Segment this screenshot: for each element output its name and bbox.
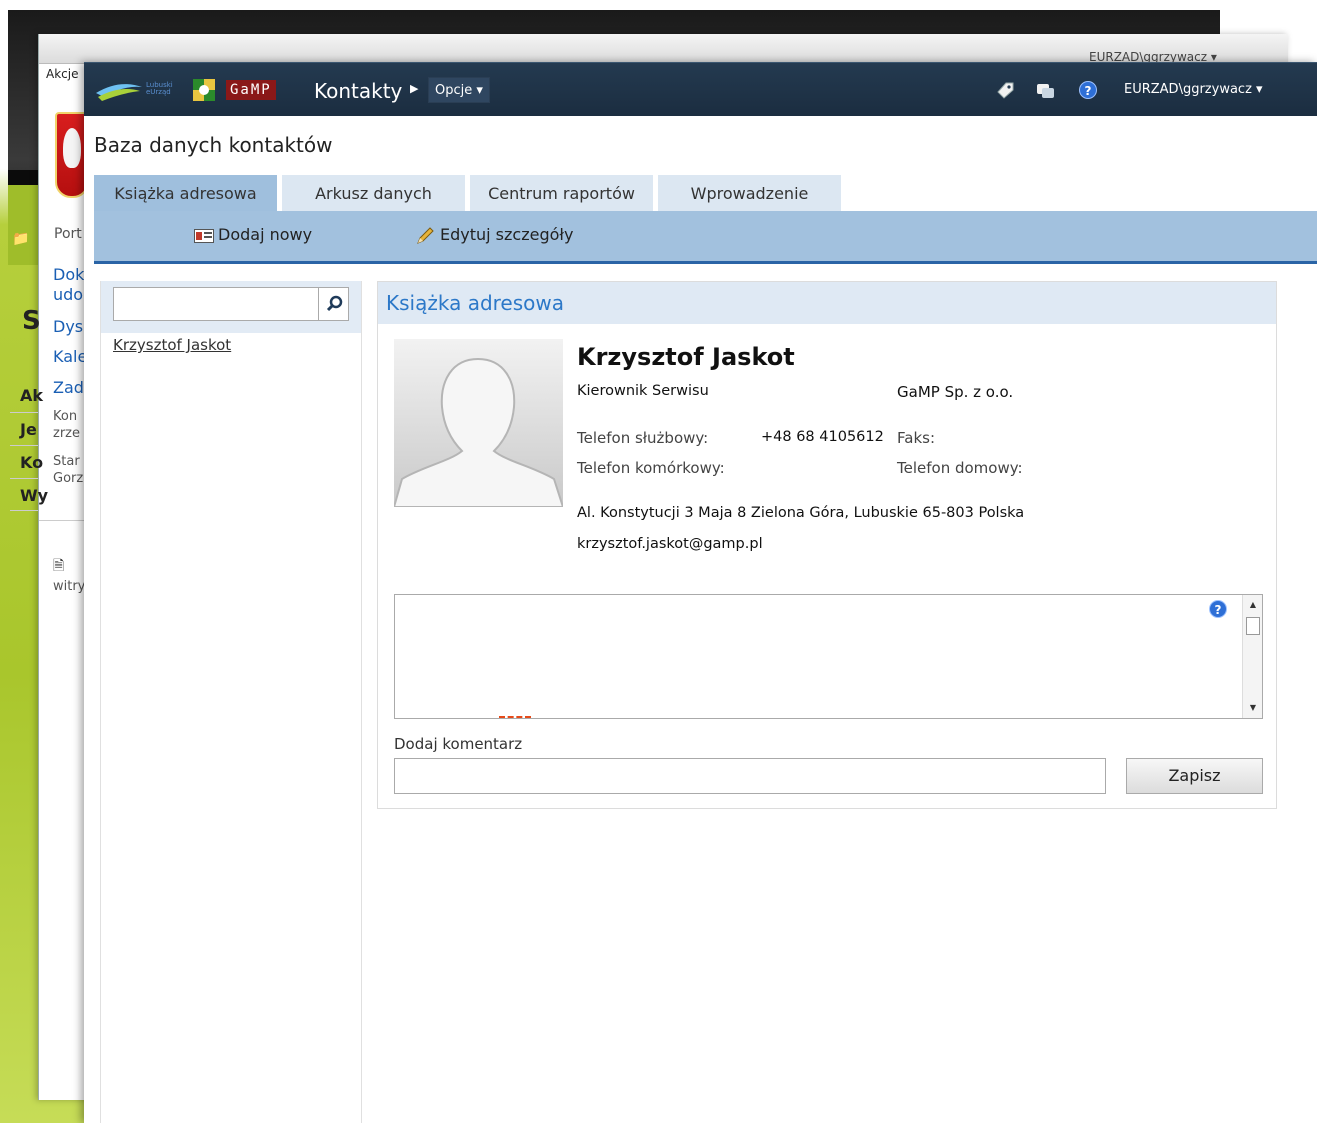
tab-address-book[interactable]: Książka adresowa [94,175,277,212]
frag-s: S [22,306,41,336]
add-comment-label: Dodaj komentarz [394,735,523,753]
add-new-button[interactable]: Dodaj nowy [194,223,312,247]
avatar [394,339,563,507]
card-header: Książka adresowa [378,282,1276,324]
frag-zrze[interactable]: zrze [53,427,80,440]
scroll-down-icon[interactable]: ▼ [1243,700,1263,716]
scroll-thumb[interactable] [1246,617,1260,635]
app-title[interactable]: Kontakty [314,79,402,103]
contacts-app-window: Lubuski eUrząd GaMP Kontakty ▶ Opcje ▾ ?… [84,62,1317,1123]
partial-content-mark [499,716,531,718]
contact-list-item[interactable]: Krzysztof Jaskot [113,336,231,354]
frag-port[interactable]: Port [54,227,82,241]
search-button[interactable] [319,287,349,321]
work-phone-value: +48 68 4105612 [761,429,884,445]
breadcrumb-arrow-icon: ▶ [410,82,419,95]
contacts-list-panel: Krzysztof Jaskot [100,281,362,1123]
edit-details-button[interactable]: Edytuj szczegóły [416,223,573,247]
contact-email[interactable]: krzysztof.jaskot@gamp.pl [577,536,763,552]
frag-dys[interactable]: Dys [53,319,83,335]
gamp-logo: GaMP [226,80,276,100]
job-title: Kierownik Serwisu [577,383,709,399]
frag-witry[interactable]: witry [53,580,85,593]
frag-zad[interactable]: Zad [53,380,84,396]
search-icon [326,295,343,312]
contact-card: Książka adresowa Krzysztof Jaskot Kierow… [377,281,1277,809]
tag-icon[interactable] [994,80,1016,100]
coat-of-arms-icon [193,79,215,101]
frag-kon[interactable]: Kon [53,410,77,423]
frag-gorz[interactable]: Gorz [53,472,83,485]
frag-udo[interactable]: udo [53,287,83,303]
pencil-icon [417,226,434,244]
toolbar: Dodaj nowy Edytuj szczegóły [94,211,1317,264]
frag-wy: Wy [20,486,49,505]
notes-icon[interactable] [1034,80,1056,100]
company-name: GaMP Sp. z o.o. [897,383,1014,401]
card-title: Książka adresowa [386,291,564,315]
frag-ko: Ko [20,453,44,472]
user-menu[interactable]: EURZAD\ggrzywacz ▾ [1124,82,1263,97]
frag-kale[interactable]: Kale [53,349,87,365]
lubuski-eurzad-logo-icon [96,84,142,101]
edit-details-label: Edytuj szczegóły [440,225,574,244]
save-button[interactable]: Zapisz [1126,758,1263,794]
page-title: Baza danych kontaktów [94,133,333,157]
frag-ak: Ak [20,386,44,405]
folder-icon: 📁 [12,231,30,247]
comments-feed[interactable]: ? ▲ ▼ [394,594,1263,719]
scroll-up-icon[interactable]: ▲ [1243,597,1263,613]
akcje-menu[interactable]: Akcje [46,68,78,80]
top-navigation-bar: Lubuski eUrząd GaMP Kontakty ▶ Opcje ▾ ?… [84,62,1317,116]
help-icon[interactable]: ? [1079,81,1097,99]
frag-je: Je [20,420,37,439]
add-new-label: Dodaj nowy [218,225,313,244]
contact-address: Al. Konstytucji 3 Maja 8 Zielona Góra, L… [577,505,1025,521]
person-silhouette-icon [394,357,563,507]
page-icon: 🗎 [53,558,65,574]
fax-label: Faks: [897,429,935,447]
mobile-phone-label: Telefon komórkowy: [577,459,725,477]
comment-input[interactable] [394,758,1106,794]
logo-text: Lubuski eUrząd [146,81,173,96]
work-phone-label: Telefon służbowy: [577,429,709,447]
comments-help-icon[interactable]: ? [1209,600,1227,618]
search-input[interactable] [113,287,319,321]
contact-card-icon [194,228,214,243]
tab-report-center[interactable]: Centrum raportów [470,175,653,212]
home-phone-label: Telefon domowy: [897,459,1023,477]
options-menu-button[interactable]: Opcje ▾ [428,77,490,103]
frag-star[interactable]: Star [53,455,80,468]
tab-introduction[interactable]: Wprowadzenie [658,175,841,212]
comments-scrollbar[interactable]: ▲ ▼ [1242,595,1262,718]
tab-datasheet[interactable]: Arkusz danych [282,175,465,212]
frag-dok[interactable]: Dok [53,267,84,283]
contact-name: Krzysztof Jaskot [577,343,795,371]
